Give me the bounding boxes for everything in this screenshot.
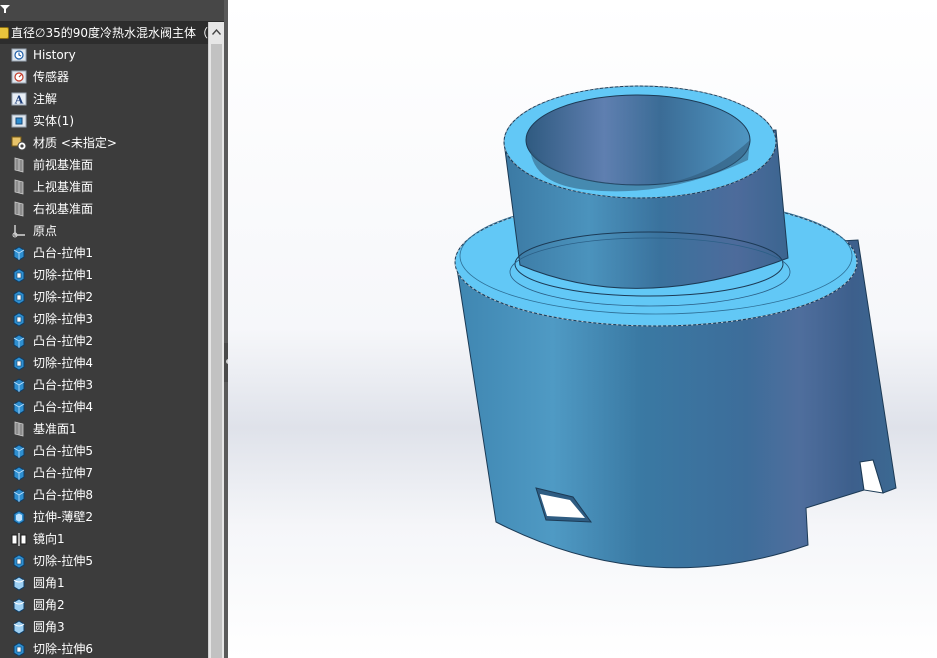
tree-item-label: 凸台-拉伸8 — [33, 488, 93, 502]
tree-item[interactable]: 圆角2 — [0, 594, 208, 616]
tree-item-label: 材质 <未指定> — [33, 136, 117, 150]
tree-root-label: 直径∅35的90度冷热水混水阀主体（ — [11, 26, 208, 40]
thin-extrude-icon — [11, 509, 27, 525]
tree-item-label: 圆角3 — [33, 620, 65, 634]
filter-icon[interactable] — [0, 4, 10, 14]
tree-item-label: 凸台-拉伸2 — [33, 334, 93, 348]
tree-item[interactable]: History — [0, 44, 208, 66]
tree-item-label: 凸台-拉伸7 — [33, 466, 93, 480]
tree-item-label: 切除-拉伸5 — [33, 554, 93, 568]
3d-model-view[interactable] — [228, 0, 937, 658]
tree-item-label: 凸台-拉伸5 — [33, 444, 93, 458]
tree-item-label: 基准面1 — [33, 422, 77, 436]
tree-item-label: 上视基准面 — [33, 180, 94, 194]
boss-extrude-icon — [11, 487, 27, 503]
tree-item-label: 镜向1 — [33, 532, 65, 546]
boss-extrude-icon — [11, 333, 27, 349]
plane-icon — [11, 421, 27, 437]
tree-item[interactable]: 切除-拉伸4 — [0, 352, 208, 374]
tree-item[interactable]: 切除-拉伸5 — [0, 550, 208, 572]
cut-extrude-icon — [11, 289, 27, 305]
fillet-icon — [11, 619, 27, 635]
plane-icon — [11, 201, 27, 217]
tree-item[interactable]: 切除-拉伸1 — [0, 264, 208, 286]
tree-item-label: 拉伸-薄壁2 — [33, 510, 93, 524]
tree-item[interactable]: 凸台-拉伸2 — [0, 330, 208, 352]
boss-extrude-icon — [11, 443, 27, 459]
tree-item-label: 前视基准面 — [33, 158, 94, 172]
graphics-viewport[interactable] — [228, 0, 937, 658]
tree-item[interactable]: 上视基准面 — [0, 176, 208, 198]
plane-icon — [11, 179, 27, 195]
material-icon — [11, 135, 27, 151]
cut-extrude-icon — [11, 641, 27, 657]
tree-item-label: 凸台-拉伸3 — [33, 378, 93, 392]
boss-extrude-icon — [11, 465, 27, 481]
tree-item[interactable]: 右视基准面 — [0, 198, 208, 220]
cut-extrude-icon — [11, 355, 27, 371]
tree-item[interactable]: 凸台-拉伸4 — [0, 396, 208, 418]
tree-item-label: 切除-拉伸3 — [33, 312, 93, 326]
tree-item[interactable]: 圆角3 — [0, 616, 208, 638]
scroll-up-button[interactable] — [209, 22, 224, 42]
tree-item[interactable]: 材质 <未指定> — [0, 132, 208, 154]
tree-item[interactable]: 前视基准面 — [0, 154, 208, 176]
tree-item-label: 圆角2 — [33, 598, 65, 612]
tree-item-label: 注解 — [33, 92, 58, 106]
tree-item-label: 实体(1) — [33, 114, 74, 128]
scroll-thumb[interactable] — [211, 44, 222, 658]
svg-text:A: A — [14, 94, 24, 107]
plane-icon — [11, 157, 27, 173]
tree-scrollbar[interactable] — [208, 22, 224, 658]
tree-item[interactable]: 切除-拉伸6 — [0, 638, 208, 658]
tree-item[interactable]: 实体(1) — [0, 110, 208, 132]
sensor-icon — [11, 69, 27, 85]
tree-item-label: History — [33, 48, 76, 62]
tree-item[interactable]: 拉伸-薄壁2 — [0, 506, 208, 528]
tree-item-label: 传感器 — [33, 70, 70, 84]
tree-item[interactable]: A 注解 — [0, 88, 208, 110]
tree-item[interactable]: 基准面1 — [0, 418, 208, 440]
annotation-icon: A — [11, 91, 27, 107]
tree-item-label: 凸台-拉伸1 — [33, 246, 93, 260]
cut-extrude-icon — [11, 311, 27, 327]
tree-item[interactable]: 传感器 — [0, 66, 208, 88]
boss-extrude-icon — [11, 399, 27, 415]
tree-item[interactable]: 切除-拉伸2 — [0, 286, 208, 308]
fillet-icon — [11, 597, 27, 613]
boss-extrude-icon — [11, 245, 27, 261]
feature-tree: 直径∅35的90度冷热水混水阀主体（ History 传感器 A 注解实体(1) 材质 … — [0, 22, 208, 658]
tree-item[interactable]: 原点 — [0, 220, 208, 242]
tree-item[interactable]: 圆角1 — [0, 572, 208, 594]
tree-item[interactable]: 凸台-拉伸8 — [0, 484, 208, 506]
tree-root-part[interactable]: 直径∅35的90度冷热水混水阀主体（ — [0, 22, 208, 44]
tree-item-label: 凸台-拉伸4 — [33, 400, 93, 414]
solid-bodies-icon — [11, 113, 27, 129]
tree-item[interactable]: 镜向1 — [0, 528, 208, 550]
tree-item-label: 切除-拉伸6 — [33, 642, 93, 656]
mirror-icon — [11, 531, 27, 547]
tree-item-label: 切除-拉伸1 — [33, 268, 93, 282]
cut-extrude-icon — [11, 267, 27, 283]
tree-item[interactable]: 切除-拉伸3 — [0, 308, 208, 330]
tree-item-label: 圆角1 — [33, 576, 65, 590]
fillet-icon — [11, 575, 27, 591]
tree-item-label: 切除-拉伸4 — [33, 356, 93, 370]
origin-icon — [11, 223, 27, 239]
tree-item[interactable]: 凸台-拉伸7 — [0, 462, 208, 484]
tree-item-label: 右视基准面 — [33, 202, 94, 216]
tree-item[interactable]: 凸台-拉伸3 — [0, 374, 208, 396]
feature-manager-panel: 直径∅35的90度冷热水混水阀主体（ History 传感器 A 注解实体(1) 材质 … — [0, 0, 224, 658]
chevron-up-icon — [212, 29, 221, 35]
part-icon — [0, 27, 9, 39]
tree-item[interactable]: 凸台-拉伸5 — [0, 440, 208, 462]
tree-item-label: 切除-拉伸2 — [33, 290, 93, 304]
feature-manager-toolbar — [0, 0, 224, 22]
tree-item-label: 原点 — [33, 224, 58, 238]
cut-extrude-icon — [11, 553, 27, 569]
history-icon — [11, 47, 27, 63]
boss-extrude-icon — [11, 377, 27, 393]
tree-item[interactable]: 凸台-拉伸1 — [0, 242, 208, 264]
model-top-rim — [503, 85, 777, 199]
